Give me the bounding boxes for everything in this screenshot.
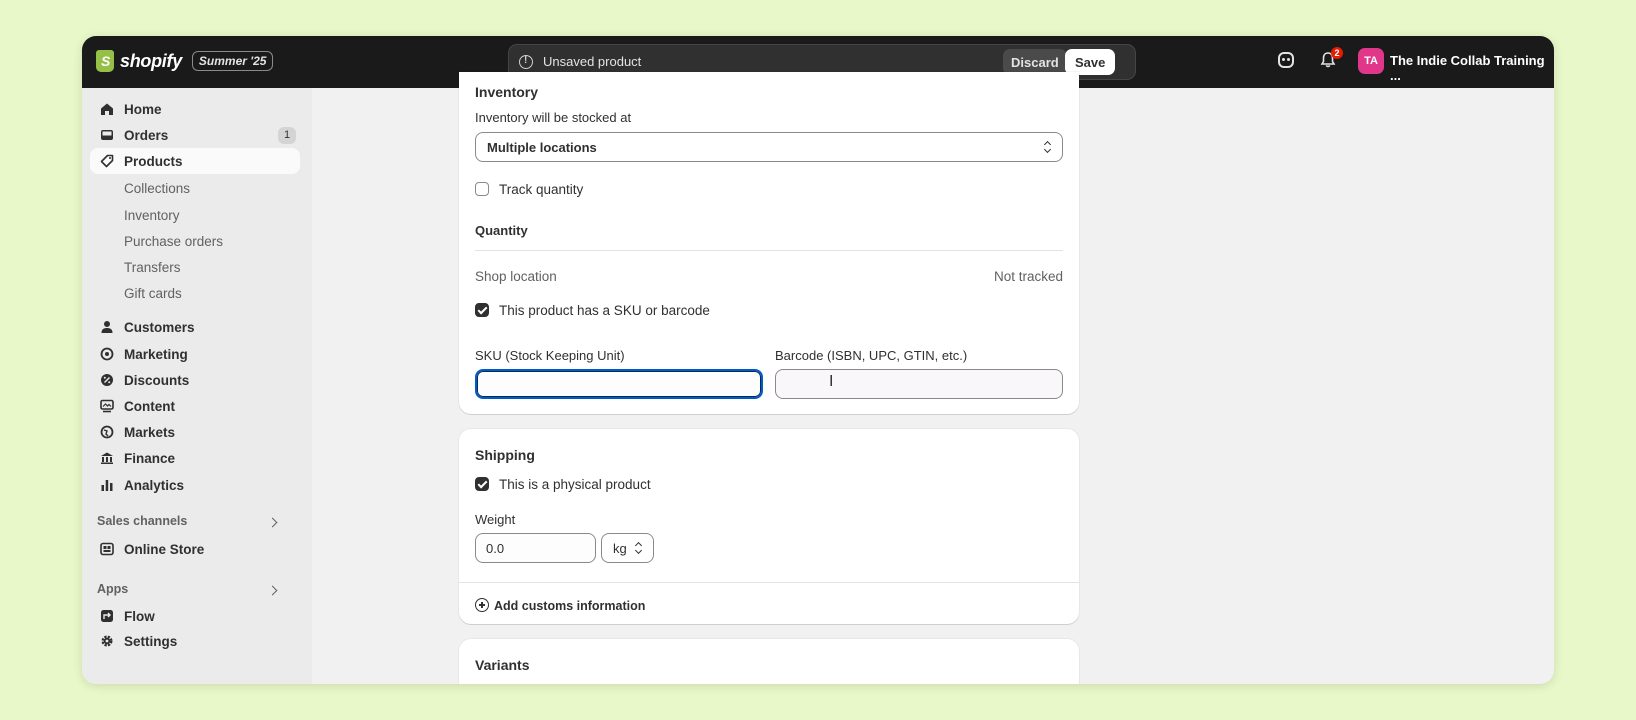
add-customs-label: Add customs information	[494, 599, 646, 613]
sidekick-assistant-icon[interactable]	[1278, 52, 1294, 68]
barcode-input[interactable]	[775, 369, 1063, 399]
sidebar-item-orders[interactable]: Orders 1	[90, 122, 300, 148]
sidebar-subitem-inventory[interactable]: Inventory	[124, 208, 180, 223]
sku-input[interactable]	[475, 369, 763, 399]
sidebar-item-label: Products	[124, 154, 183, 169]
track-quantity-label: Track quantity	[499, 182, 584, 197]
bar-chart-icon	[101, 480, 113, 491]
physical-product-checkbox[interactable]	[475, 477, 489, 491]
sidebar-item-settings[interactable]: Settings	[90, 628, 300, 654]
unsaved-text: Unsaved product	[543, 54, 642, 69]
globe-icon	[100, 425, 114, 439]
shop-location-label: Shop location	[475, 269, 557, 284]
bank-icon	[101, 452, 113, 464]
flow-icon	[101, 610, 113, 622]
sidebar-item-flow[interactable]: Flow	[90, 603, 300, 629]
weight-label: Weight	[475, 512, 516, 527]
brand-name: shopify	[120, 50, 182, 71]
track-quantity-checkbox[interactable]	[475, 182, 489, 196]
home-icon	[101, 103, 113, 115]
sidebar-item-customers[interactable]: Customers	[90, 314, 300, 340]
shopify-logo[interactable]: S shopify Summer '25	[96, 50, 274, 72]
sidebar-item-label: Content	[124, 399, 175, 414]
weight-unit-select[interactable]: kg	[601, 533, 654, 563]
add-customs-button[interactable]: Add customs information	[475, 598, 645, 613]
sidebar-item-products[interactable]: Products	[90, 148, 300, 174]
weight-unit-value: kg	[613, 541, 627, 556]
sales-channels-heading[interactable]: Sales channels	[97, 514, 187, 528]
sidebar-subitem-transfers[interactable]: Transfers	[124, 260, 181, 275]
sidebar-item-label: Home	[124, 102, 162, 117]
sidebar-item-home[interactable]: Home	[90, 96, 300, 122]
sidebar-item-label: Discounts	[124, 373, 190, 388]
notification-badge: 2	[1331, 47, 1343, 59]
shipping-card: Shipping This is a physical product Weig…	[459, 429, 1079, 624]
stocked-at-label: Inventory will be stocked at	[475, 110, 632, 125]
sidebar-item-label: Online Store	[124, 542, 205, 557]
inbox-icon	[101, 130, 113, 140]
sidebar-item-marketing[interactable]: Marketing	[90, 341, 300, 367]
quantity-title: Quantity	[475, 223, 528, 238]
sidebar-subitem-collections[interactable]: Collections	[124, 181, 190, 196]
store-icon	[100, 542, 114, 556]
divider	[475, 250, 1063, 251]
variants-card: Variants	[459, 639, 1079, 684]
sidebar-item-label: Customers	[124, 320, 195, 335]
sku-barcode-checkbox[interactable]	[475, 303, 489, 317]
sidebar-item-label: Analytics	[124, 478, 185, 493]
not-tracked-text: Not tracked	[993, 269, 1063, 284]
tag-icon	[100, 154, 114, 168]
variants-title: Variants	[475, 657, 530, 673]
sidebar: Home Orders 1 Products Collections Inven…	[82, 88, 312, 684]
location-select-value: Multiple locations	[487, 140, 597, 155]
sidebar-item-label: Marketing	[124, 347, 188, 362]
text-cursor-icon: I	[829, 373, 834, 390]
physical-product-label: This is a physical product	[499, 477, 651, 492]
divider	[459, 582, 1079, 583]
sidebar-item-analytics[interactable]: Analytics	[90, 472, 300, 498]
sidebar-item-label: Flow	[124, 609, 155, 624]
chevron-right-icon[interactable]	[267, 517, 278, 528]
inventory-card: Inventory Inventory will be stocked at M…	[459, 72, 1079, 414]
sidebar-item-label: Settings	[124, 634, 178, 649]
sidebar-subitem-purchase-orders[interactable]: Purchase orders	[124, 234, 223, 249]
sidebar-item-label: Finance	[124, 451, 176, 466]
sidebar-item-online-store[interactable]: Online Store	[90, 536, 300, 562]
content-icon	[100, 399, 114, 413]
target-icon	[100, 347, 114, 361]
sidebar-item-label: Orders	[124, 128, 169, 143]
sidebar-item-content[interactable]: Content	[90, 393, 300, 419]
weight-input[interactable]	[475, 533, 596, 563]
sku-barcode-label: This product has a SKU or barcode	[499, 303, 710, 318]
barcode-label: Barcode (ISBN, UPC, GTIN, etc.)	[775, 348, 968, 363]
edition-badge: Summer '25	[191, 51, 274, 71]
sidebar-item-markets[interactable]: Markets	[90, 419, 300, 445]
shipping-title: Shipping	[475, 447, 535, 463]
location-select[interactable]: Multiple locations	[475, 132, 1063, 162]
inventory-title: Inventory	[475, 84, 539, 100]
sidebar-subitem-gift-cards[interactable]: Gift cards	[124, 286, 182, 301]
avatar[interactable]: TA	[1358, 48, 1384, 74]
orders-count-badge: 1	[278, 127, 296, 144]
alert-circle-icon	[519, 55, 533, 69]
app-window: S shopify Summer '25 Unsaved product Dis…	[82, 36, 1554, 684]
gear-icon	[101, 635, 113, 647]
sidebar-item-label: Markets	[124, 425, 176, 440]
chevron-right-icon[interactable]	[267, 585, 278, 596]
plus-circle-icon	[475, 598, 489, 612]
sku-label: SKU (Stock Keeping Unit)	[475, 348, 625, 363]
select-arrows-icon	[1044, 141, 1052, 153]
store-name[interactable]: The Indie Collab Training ...	[1390, 53, 1554, 83]
apps-heading[interactable]: Apps	[97, 582, 128, 596]
person-icon	[101, 321, 113, 333]
discount-icon	[101, 374, 113, 386]
sidebar-item-discounts[interactable]: Discounts	[90, 367, 300, 393]
shopify-bag-icon: S	[96, 50, 114, 72]
sidebar-item-finance[interactable]: Finance	[90, 445, 300, 471]
select-arrows-icon	[635, 542, 643, 554]
